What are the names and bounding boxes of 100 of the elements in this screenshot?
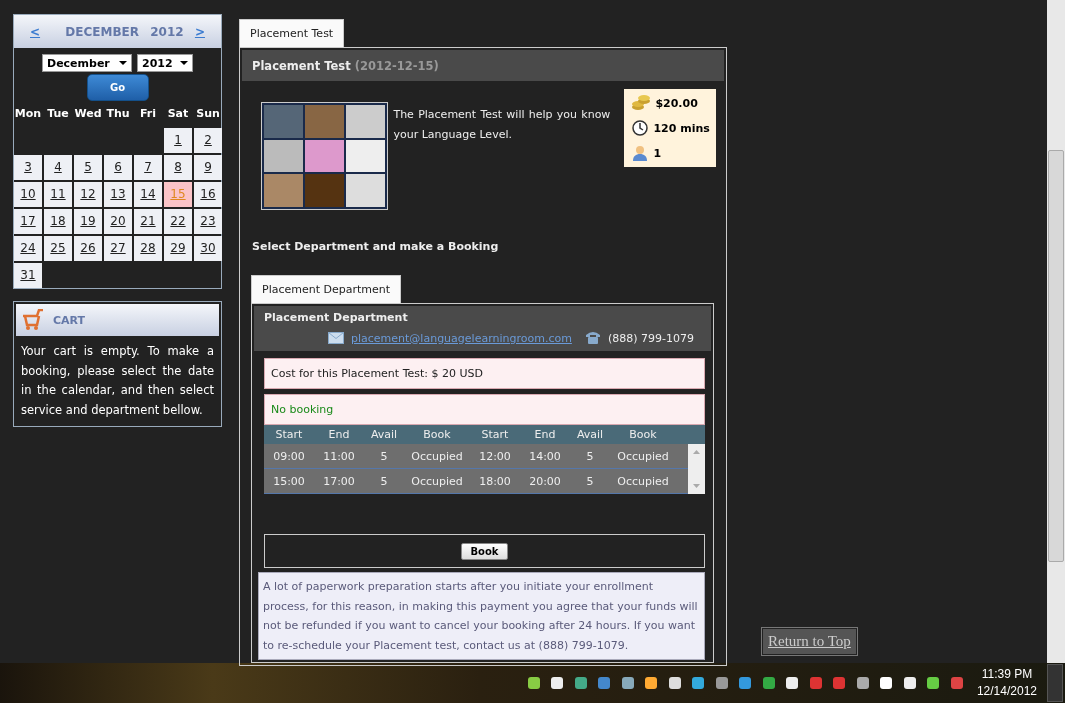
- calendar-day[interactable]: 25: [44, 236, 72, 261]
- department-tab[interactable]: Placement Department: [251, 275, 402, 303]
- telephone-icon: [584, 331, 601, 345]
- month-label: DECEMBER: [65, 24, 139, 39]
- page-scrollbar[interactable]: [1047, 0, 1065, 663]
- info-value: $20.00: [655, 96, 698, 110]
- calendar-day[interactable]: 20: [104, 209, 132, 234]
- tray-icon[interactable]: [690, 675, 707, 691]
- table-cell-text: 09:00: [272, 449, 306, 463]
- envelope-icon: [328, 332, 344, 344]
- table-cell-text: 5: [379, 474, 389, 488]
- table-cell-text: 5: [585, 474, 595, 488]
- calendar-day[interactable]: 16: [194, 182, 222, 207]
- calendar-day[interactable]: 17: [14, 209, 42, 234]
- column-header: Start: [274, 428, 304, 441]
- calendar-day[interactable]: 6: [104, 155, 132, 180]
- calendar-day[interactable]: 31: [14, 263, 42, 288]
- table-cell-text: 18:00: [478, 474, 512, 488]
- calendar-day[interactable]: 22: [164, 209, 192, 234]
- cost-message: Cost for this Placement Test: $ 20 USD: [264, 358, 705, 389]
- calendar-day[interactable]: 24: [14, 236, 42, 261]
- go-button[interactable]: Go: [86, 74, 149, 101]
- calendar-day[interactable]: 19: [74, 209, 102, 234]
- weekday-label: Thu: [105, 106, 131, 122]
- calendar-day[interactable]: 14: [134, 182, 162, 207]
- calendar-day[interactable]: 27: [104, 236, 132, 261]
- calendar-day[interactable]: 2: [194, 128, 222, 153]
- tray-icon[interactable]: [619, 675, 636, 691]
- scrollbar-thumb[interactable]: [1048, 150, 1064, 562]
- tray-icon[interactable]: [854, 675, 871, 691]
- tray-icon[interactable]: [925, 675, 942, 691]
- calendar-day[interactable]: 12: [74, 182, 102, 207]
- info-value: 1: [653, 146, 662, 160]
- column-header: Book: [628, 428, 658, 441]
- calendar-day[interactable]: 8: [164, 155, 192, 180]
- table-cell-text: 12:00: [478, 449, 512, 463]
- column-header: Book: [422, 428, 452, 441]
- calendar-day[interactable]: 5: [74, 155, 102, 180]
- test-date: (2012-12-15): [354, 58, 439, 73]
- test-title: Placement Test: [252, 58, 351, 73]
- table-cell-text: Occupied: [410, 449, 464, 463]
- cart-title: CART: [53, 313, 86, 327]
- caret-icon: [180, 61, 188, 65]
- calendar-day[interactable]: 18: [44, 209, 72, 234]
- tray-icon[interactable]: [643, 675, 660, 691]
- calendar-day[interactable]: 30: [194, 236, 222, 261]
- weekday-label: Tue: [46, 106, 70, 122]
- caret-icon: [119, 61, 127, 65]
- table-cell-text: Occupied: [616, 449, 670, 463]
- tray-icon[interactable]: [713, 675, 730, 691]
- tray-icon[interactable]: [878, 675, 895, 691]
- tray-icon[interactable]: [666, 675, 683, 691]
- column-header: Start: [480, 428, 510, 441]
- calendar-day[interactable]: 11: [44, 182, 72, 207]
- calendar-day[interactable]: 7: [134, 155, 162, 180]
- refund-notice: A lot of paperwork preparation starts after you initiate your enrollment process, for this reason, in making this payment you agree that your funds will not be refunded if you want to cancel your booking after 24 hours. If you want to re-schedule your Placement test, contact us at (888) 799-1079.: [258, 572, 705, 660]
- placement-test-tab[interactable]: Placement Test: [239, 19, 345, 47]
- tray-icon[interactable]: [784, 675, 801, 691]
- booking-status: No booking: [264, 394, 705, 425]
- year-dropdown[interactable]: 2012: [137, 54, 193, 72]
- clock[interactable]: 11:39 PM 12/14/2012: [976, 666, 1037, 700]
- column-header: End: [327, 428, 351, 441]
- tray-icon[interactable]: [901, 675, 918, 691]
- calendar-day[interactable]: 23: [194, 209, 222, 234]
- section-heading: Select Department and make a Booking: [252, 240, 500, 253]
- tray-icon[interactable]: [525, 675, 542, 691]
- calendar-day[interactable]: 4: [44, 155, 72, 180]
- weekday-label: Fri: [139, 106, 157, 122]
- calendar-day[interactable]: 28: [134, 236, 162, 261]
- calendar-day[interactable]: 3: [14, 155, 42, 180]
- table-cell-text: Occupied: [616, 474, 670, 488]
- clock-icon: [632, 120, 649, 136]
- person-icon: [632, 145, 649, 161]
- calendar-day[interactable]: 1: [164, 128, 192, 153]
- table-cell-text: 17:00: [322, 474, 356, 488]
- weekday-label: Wed: [74, 106, 102, 122]
- calendar-day[interactable]: 29: [164, 236, 192, 261]
- calendar-day[interactable]: 9: [194, 155, 222, 180]
- shopping-cart-icon: [21, 309, 45, 331]
- month-dropdown[interactable]: December: [42, 54, 132, 72]
- weekday-label: Sun: [195, 106, 221, 122]
- tray-icon[interactable]: [572, 675, 589, 691]
- clock-date: 12/14/2012: [976, 683, 1037, 700]
- department-title: Placement Department: [264, 311, 409, 324]
- tray-icon[interactable]: [760, 675, 777, 691]
- info-value: 120 mins: [653, 121, 710, 135]
- phone-number: (888) 799-1079: [607, 331, 694, 345]
- tray-icon[interactable]: [549, 675, 566, 691]
- calendar-day[interactable]: 13: [104, 182, 132, 207]
- calendar-day[interactable]: 10: [14, 182, 42, 207]
- book-button[interactable]: Book: [461, 542, 508, 560]
- coins-icon: [632, 95, 651, 111]
- return-to-top-link[interactable]: Return to Top: [762, 628, 857, 655]
- table-cell-text: 20:00: [528, 474, 562, 488]
- cart-message: Your cart is empty. To make a booking, please select the date in the calendar, and then select service and department bellow.: [21, 343, 214, 419]
- calendar-day[interactable]: 21: [134, 209, 162, 234]
- calendar-day[interactable]: 26: [74, 236, 102, 261]
- clock-time: 11:39 PM: [981, 666, 1033, 683]
- year-label: 2012: [150, 24, 184, 39]
- weekday-label: Mon: [14, 106, 42, 122]
